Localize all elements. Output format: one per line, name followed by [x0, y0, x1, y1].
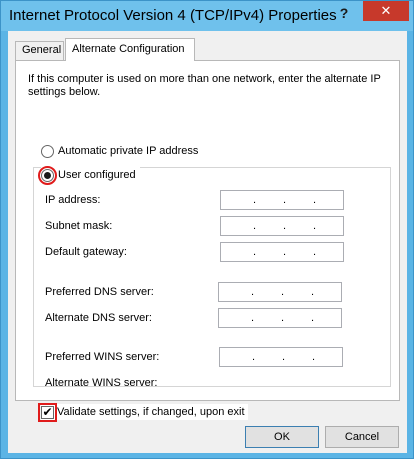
- preferred-wins-input[interactable]: ...: [219, 347, 343, 367]
- alternate-dns-label: Alternate DNS server:: [45, 312, 152, 324]
- tab-general[interactable]: General: [15, 41, 64, 60]
- user-configured-option[interactable]: User configured: [38, 165, 140, 185]
- alternate-wins-label: Alternate WINS server:: [45, 377, 158, 389]
- subnet-mask-input[interactable]: ...: [220, 216, 344, 236]
- dialog-body: General Alternate Configuration If this …: [8, 31, 407, 453]
- validate-settings-label: Validate settings, if changed, upon exit: [57, 406, 245, 418]
- title-bar[interactable]: Internet Protocol Version 4 (TCP/IPv4) P…: [1, 1, 413, 31]
- ip-address-label: IP address:: [45, 194, 101, 206]
- user-configured-label: User configured: [58, 169, 136, 181]
- cancel-button[interactable]: Cancel: [325, 426, 399, 448]
- help-button[interactable]: ?: [331, 3, 357, 25]
- automatic-private-ip-radio[interactable]: [41, 144, 54, 158]
- automatic-private-ip-option[interactable]: Automatic private IP address: [41, 143, 198, 159]
- ok-button[interactable]: OK: [245, 426, 319, 448]
- preferred-dns-input[interactable]: ...: [218, 282, 342, 302]
- close-icon: ✕: [380, 3, 392, 18]
- alternate-dns-input[interactable]: ...: [218, 308, 342, 328]
- validate-settings-option[interactable]: ✔ Validate settings, if changed, upon ex…: [38, 402, 248, 422]
- validate-settings-checkbox[interactable]: ✔: [38, 402, 57, 422]
- ip-address-input[interactable]: ...: [220, 190, 344, 210]
- preferred-wins-label: Preferred WINS server:: [45, 351, 160, 363]
- automatic-private-ip-label: Automatic private IP address: [58, 145, 199, 157]
- tab-strip: General Alternate Configuration: [15, 38, 400, 61]
- dialog-window: Internet Protocol Version 4 (TCP/IPv4) P…: [0, 0, 414, 459]
- window-title: Internet Protocol Version 4 (TCP/IPv4) P…: [9, 7, 337, 24]
- preferred-dns-label: Preferred DNS server:: [45, 286, 154, 298]
- description-text: If this computer is used on more than on…: [28, 73, 381, 98]
- subnet-mask-label: Subnet mask:: [45, 220, 113, 232]
- user-configured-radio[interactable]: [38, 165, 57, 185]
- close-button[interactable]: ✕: [363, 1, 409, 21]
- alternate-configuration-panel: If this computer is used on more than on…: [15, 60, 400, 422]
- default-gateway-input[interactable]: ...: [220, 242, 344, 262]
- tab-alternate-configuration[interactable]: Alternate Configuration: [65, 38, 195, 61]
- default-gateway-label: Default gateway:: [45, 246, 127, 258]
- checkmark-icon: ✔: [42, 404, 53, 419]
